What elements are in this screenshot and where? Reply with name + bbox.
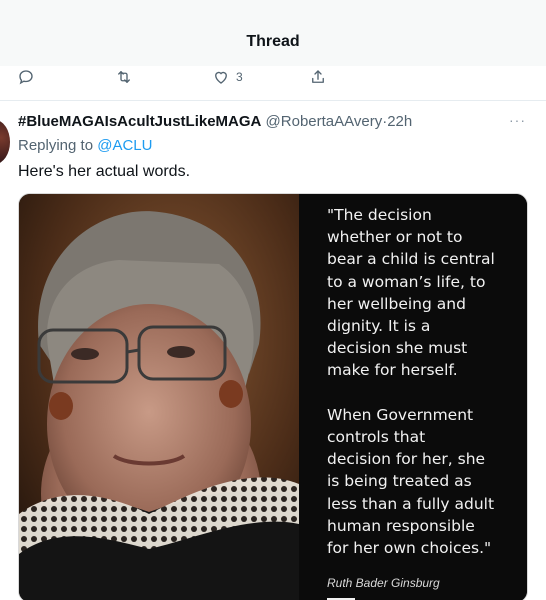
tweet-media-image[interactable]: "The decision whether or not to bear a c… <box>18 193 528 600</box>
portrait-photo <box>19 194 299 600</box>
share-button[interactable] <box>309 68 327 86</box>
heart-icon <box>215 71 227 84</box>
divider <box>0 100 546 101</box>
share-icon <box>312 70 324 83</box>
tweet-time[interactable]: 22h <box>387 113 412 130</box>
avatar[interactable] <box>0 120 10 164</box>
quote-text: "The decision whether or not to bear a c… <box>327 206 495 558</box>
reply-button[interactable] <box>17 68 35 86</box>
page-title: Thread <box>246 33 300 50</box>
quote-attribution: Ruth Bader Ginsburg <box>327 576 440 590</box>
reply-target-link[interactable]: @ACLU <box>97 137 152 154</box>
tweet-text: Here's her actual words. <box>18 163 191 180</box>
more-options-button[interactable]: ··· <box>509 112 526 128</box>
like-button[interactable]: 3 <box>212 68 243 86</box>
tweet-header: #BlueMAGAIsAcultJustLikeMAGA @RobertaAAv… <box>18 113 528 130</box>
display-name[interactable]: #BlueMAGAIsAcultJustLikeMAGA <box>18 113 261 130</box>
reply-prefix: Replying to <box>18 137 94 154</box>
quote-panel: "The decision whether or not to bear a c… <box>299 194 527 600</box>
user-handle[interactable]: @RobertaAAvery <box>266 113 383 130</box>
retweet-button[interactable] <box>115 68 133 86</box>
previous-tweet-action-bar: 3 <box>0 66 546 100</box>
reply-icon <box>19 70 33 85</box>
like-count: 3 <box>236 70 243 84</box>
thread-header: Thread <box>0 0 546 66</box>
retweet-icon <box>118 71 130 83</box>
reply-context: Replying to @ACLU <box>18 137 152 154</box>
